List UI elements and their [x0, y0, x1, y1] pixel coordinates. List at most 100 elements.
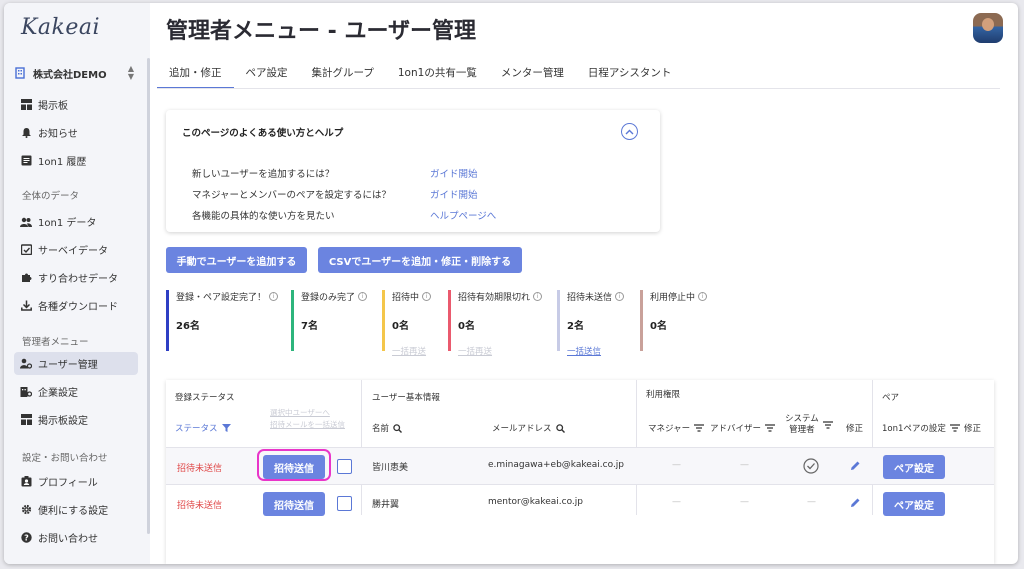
- stat-registered-paired[interactable]: 登録・ペア設定完了！ i 26名: [166, 290, 286, 351]
- pencil-icon[interactable]: [850, 497, 861, 508]
- tab-add-edit[interactable]: 追加・修正: [157, 59, 234, 89]
- column-header-label: 1on1ペアの設定: [882, 424, 946, 434]
- sidebar-item-survey-data[interactable]: サーベイデータ: [14, 238, 138, 261]
- sidebar-item-notifications[interactable]: お知らせ: [14, 121, 138, 144]
- stat-value: 0名: [458, 321, 475, 332]
- sidebar-item-contact[interactable]: ? お問い合わせ: [14, 526, 138, 549]
- user-email: mentor@kakeai.co.jp: [488, 497, 583, 507]
- sidebar-item-profile[interactable]: プロフィール: [14, 470, 138, 493]
- info-icon[interactable]: i: [533, 292, 543, 301]
- user-settings-icon: [20, 358, 32, 370]
- pair-setting-button[interactable]: ペア設定: [883, 455, 945, 479]
- column-header-line: 管理者: [789, 425, 815, 435]
- filter-icon[interactable]: [694, 424, 705, 432]
- highlight-callout: [257, 449, 331, 481]
- user-email: e.minagawa+eb@kakeai.co.jp: [488, 460, 625, 470]
- column-header-label: 名前: [372, 424, 390, 434]
- stat-color-bar: [382, 290, 385, 351]
- filter-funnel-icon[interactable]: [221, 424, 231, 432]
- app-logo[interactable]: Kakeai: [21, 15, 100, 40]
- add-user-csv-button[interactable]: CSVでユーザーを追加・修正・削除する: [318, 247, 522, 273]
- guide-start-link[interactable]: ガイド開始: [430, 166, 478, 180]
- sidebar-scrollbar[interactable]: [147, 58, 150, 534]
- filter-icon[interactable]: [949, 424, 960, 432]
- help-icon: ?: [20, 532, 32, 544]
- column-header-pair-setting[interactable]: 1on1ペアの設定: [882, 422, 960, 434]
- send-invite-button[interactable]: 招待送信: [263, 492, 325, 516]
- page-title: 管理者メニュー - ユーザー管理: [166, 19, 477, 44]
- download-icon: [20, 300, 32, 312]
- sidebar-item-user-management[interactable]: ユーザー管理: [14, 352, 138, 375]
- column-header-advisor[interactable]: アドバイザー: [710, 422, 776, 434]
- building-settings-icon: [20, 386, 32, 398]
- sidebar-item-alignment-data[interactable]: すり合わせデータ: [14, 266, 138, 289]
- manager-value: —: [672, 460, 681, 470]
- sidebar-item-label: 企業設定: [38, 388, 78, 399]
- sidebar-item-history[interactable]: 1on1 履歴: [14, 149, 138, 172]
- filter-icon[interactable]: [765, 424, 776, 432]
- stat-label: 登録・ペア設定完了！: [176, 293, 267, 303]
- tab-schedule-assistant[interactable]: 日程アシスタント: [576, 59, 684, 89]
- company-selector[interactable]: 株式会社DEMO ▲ ▼: [14, 63, 136, 83]
- info-icon[interactable]: i: [269, 292, 279, 301]
- info-icon[interactable]: i: [698, 292, 708, 301]
- row-select-checkbox[interactable]: [337, 459, 352, 474]
- column-header-status[interactable]: ステータス: [175, 422, 231, 434]
- building-icon: [14, 67, 26, 79]
- app-window: Kakeai 株式会社DEMO ▲ ▼ 掲示板 お知らせ 1on1 履歴 全体のデ…: [4, 3, 1018, 564]
- info-icon[interactable]: i: [615, 292, 625, 301]
- tab-divider: [157, 88, 1000, 89]
- stat-label: 招待中: [392, 293, 420, 303]
- tab-1on1-shared-list[interactable]: 1on1の共有一覧: [386, 59, 489, 89]
- sidebar-item-downloads[interactable]: 各種ダウンロード: [14, 294, 138, 317]
- filter-icon[interactable]: [822, 421, 833, 429]
- bulk-resend-link[interactable]: 一括再送: [458, 345, 548, 357]
- help-question: 新しいユーザーを追加するには？: [192, 169, 335, 180]
- stat-label: 招待未送信: [567, 293, 613, 303]
- info-icon[interactable]: i: [422, 292, 432, 301]
- stat-suspended[interactable]: 利用停止中 i 0名: [640, 290, 720, 351]
- column-header-sysadmin[interactable]: システム 管理者: [785, 414, 833, 436]
- column-header-name[interactable]: 名前: [372, 422, 403, 434]
- sidebar-item-board-settings[interactable]: 掲示板設定: [14, 408, 138, 431]
- collapse-button[interactable]: [621, 123, 638, 140]
- column-header-email[interactable]: メールアドレス: [492, 422, 565, 434]
- help-question: 各機能の具体的な使い方を見たい: [192, 211, 335, 222]
- pencil-icon[interactable]: [850, 460, 861, 471]
- sidebar-section-title: 管理者メニュー: [22, 337, 89, 348]
- bulk-send-link[interactable]: 一括送信: [567, 345, 637, 357]
- sysadmin-value: —: [807, 497, 816, 507]
- bulk-resend-link[interactable]: 一括再送: [392, 345, 442, 357]
- search-icon[interactable]: [555, 423, 565, 433]
- people-icon: [20, 216, 32, 228]
- guide-start-link[interactable]: ガイド開始: [430, 187, 478, 201]
- stat-inviting[interactable]: 招待中 i 0名 一括再送: [382, 290, 442, 357]
- sidebar-item-label: サーベイデータ: [38, 246, 108, 257]
- survey-icon: [20, 244, 32, 256]
- info-icon[interactable]: i: [358, 292, 368, 301]
- help-page-link[interactable]: ヘルプページへ: [430, 208, 496, 222]
- stat-registered-only[interactable]: 登録のみ完了 i 7名: [291, 290, 376, 351]
- column-header-manager[interactable]: マネジャー: [648, 422, 705, 434]
- sidebar-item-preferences[interactable]: 便利にする設定: [14, 498, 138, 521]
- bulk-invite-line: 選択中ユーザーへ: [270, 408, 330, 417]
- sidebar-item-label: 各種ダウンロード: [38, 302, 118, 313]
- stat-invite-expired[interactable]: 招待有効期限切れ i 0名 一括再送: [448, 290, 548, 357]
- tab-pair-settings[interactable]: ペア設定: [234, 59, 300, 89]
- sidebar-item-1on1-data[interactable]: 1on1 データ: [14, 210, 138, 233]
- add-user-manual-button[interactable]: 手動でユーザーを追加する: [166, 247, 307, 273]
- tab-aggregate-groups[interactable]: 集計グループ: [300, 59, 386, 89]
- bulk-invite-link[interactable]: 選択中ユーザーへ 招待メールを一括送信: [270, 407, 345, 431]
- sidebar-item-board[interactable]: 掲示板: [14, 93, 138, 116]
- profile-icon: [20, 476, 32, 488]
- stat-invite-not-sent[interactable]: 招待未送信 i 2名 一括送信: [557, 290, 637, 357]
- user-avatar[interactable]: [973, 13, 1003, 43]
- column-header-label: アドバイザー: [710, 424, 762, 434]
- sidebar-item-company-settings[interactable]: 企業設定: [14, 380, 138, 403]
- search-icon[interactable]: [393, 423, 403, 433]
- row-select-checkbox[interactable]: [337, 496, 352, 511]
- advisor-value: —: [740, 497, 749, 507]
- pair-setting-button[interactable]: ペア設定: [883, 492, 945, 516]
- group-header-pair: ペア: [882, 393, 900, 403]
- tab-mentor-management[interactable]: メンター管理: [489, 59, 576, 89]
